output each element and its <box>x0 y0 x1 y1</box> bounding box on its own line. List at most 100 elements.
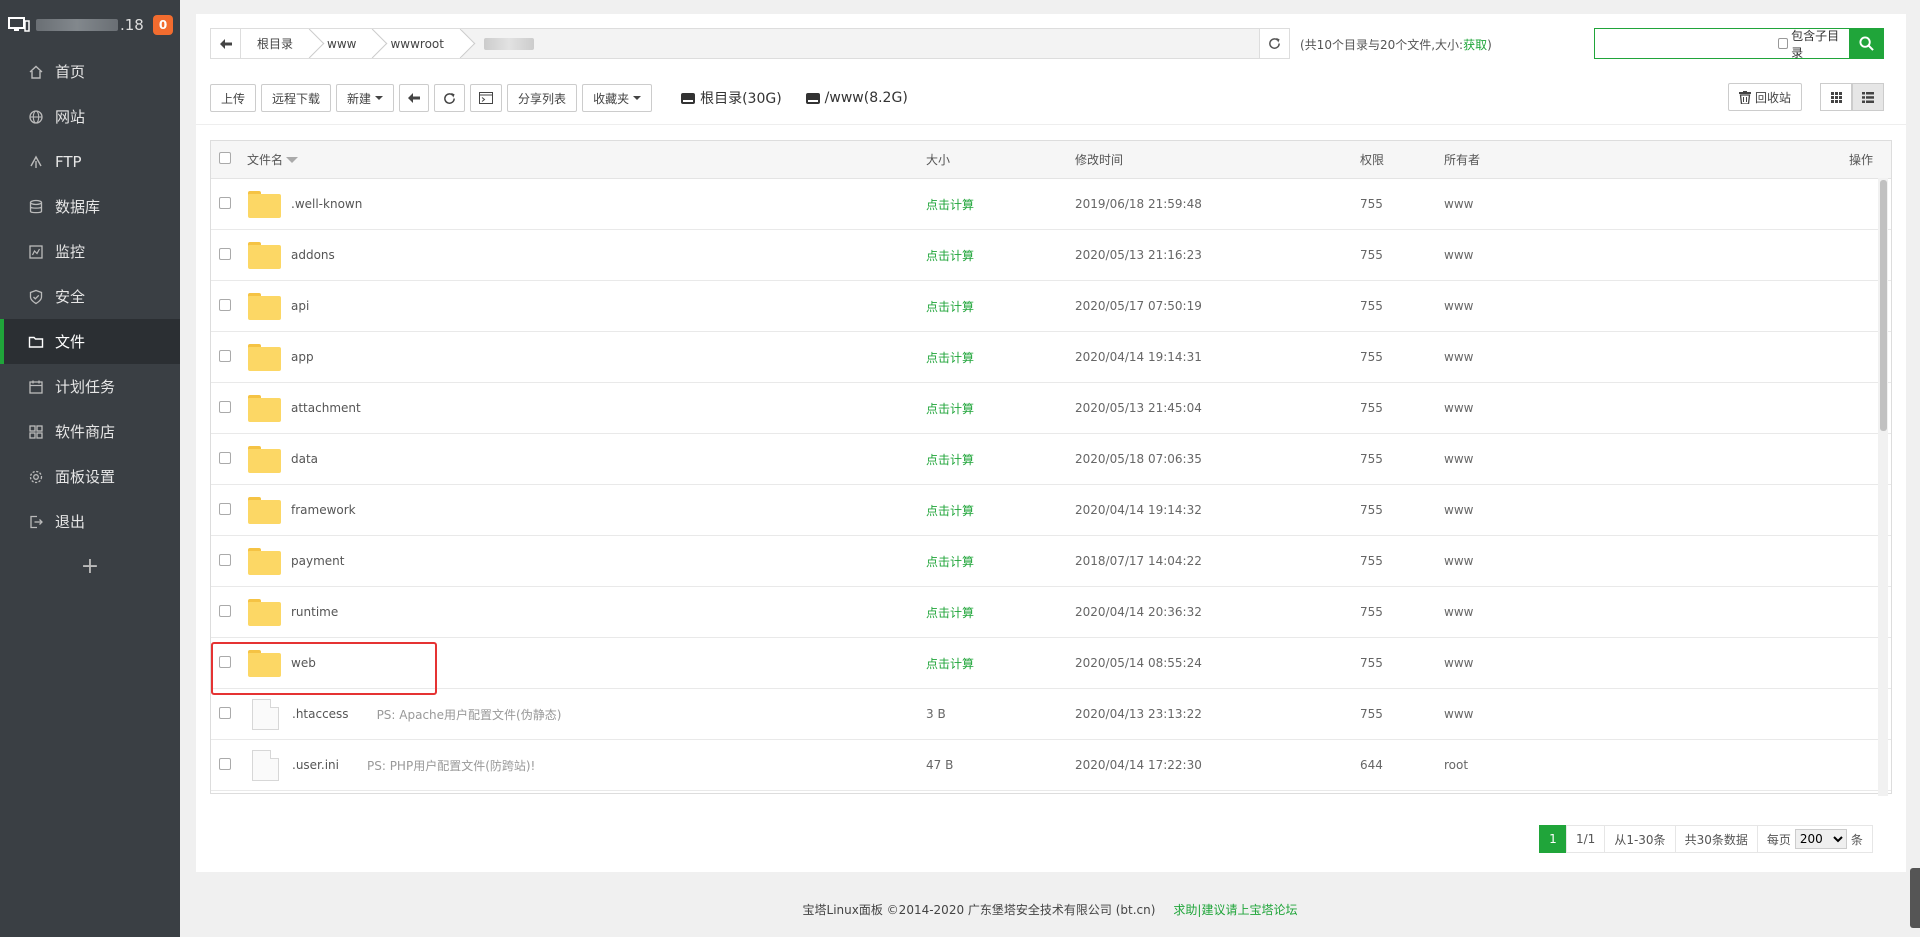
file-name[interactable]: payment <box>291 554 344 568</box>
file-size[interactable]: 点击计算 <box>926 451 974 468</box>
get-size-link[interactable]: 获取 <box>1463 38 1487 52</box>
sidebar-item-7[interactable]: 计划任务 <box>0 364 180 409</box>
breadcrumb-wwwroot[interactable]: wwwroot <box>374 29 462 58</box>
file-owner[interactable]: www <box>1444 503 1473 517</box>
select-all-checkbox[interactable] <box>219 152 231 167</box>
file-perm[interactable]: 755 <box>1360 503 1383 517</box>
file-owner[interactable]: www <box>1444 401 1473 415</box>
file-size[interactable]: 点击计算 <box>926 196 974 213</box>
sidebar-item-4[interactable]: 监控 <box>0 229 180 274</box>
breadcrumb-redacted[interactable] <box>483 37 534 50</box>
file-owner[interactable]: www <box>1444 656 1473 670</box>
file-name-cell[interactable]: .htaccess PS: Apache用户配置文件(伪静态) <box>248 698 561 730</box>
refresh-button[interactable] <box>434 84 466 112</box>
table-row[interactable]: attachment 点击计算 2020/05/13 21:45:04 755 www <box>211 383 1891 434</box>
file-name-cell[interactable]: addons <box>248 241 335 269</box>
upload-button[interactable]: 上传 <box>210 84 257 112</box>
search-input[interactable] <box>1595 29 1778 58</box>
file-name[interactable]: .htaccess <box>292 707 349 721</box>
file-name-cell[interactable]: runtime <box>248 598 338 626</box>
file-perm[interactable]: 755 <box>1360 656 1383 670</box>
scrollbar-thumb[interactable] <box>1880 180 1887 431</box>
file-owner[interactable]: root <box>1444 758 1468 772</box>
file-name-cell[interactable]: api <box>248 292 309 320</box>
favorites-dropdown-button[interactable]: 收藏夹 <box>582 84 653 112</box>
table-row[interactable]: runtime 点击计算 2020/04/14 20:36:32 755 www <box>211 587 1891 638</box>
back-button[interactable] <box>399 84 430 112</box>
file-owner[interactable]: www <box>1444 554 1473 568</box>
sidebar-item-8[interactable]: 软件商店 <box>0 409 180 454</box>
file-owner[interactable]: www <box>1444 707 1473 721</box>
row-checkbox[interactable] <box>219 349 231 365</box>
table-row[interactable]: web 点击计算 2020/05/14 08:55:24 755 www <box>211 638 1891 689</box>
sidebar-item-3[interactable]: 数据库 <box>0 184 180 229</box>
file-size[interactable]: 点击计算 <box>926 400 974 417</box>
row-checkbox[interactable] <box>219 247 231 263</box>
sidebar-item-0[interactable]: 首页 <box>0 49 180 94</box>
table-row[interactable]: api 点击计算 2020/05/17 07:50:19 755 www <box>211 281 1891 332</box>
file-size[interactable]: 点击计算 <box>926 502 974 519</box>
file-size[interactable]: 点击计算 <box>926 655 974 672</box>
sidebar-item-5[interactable]: 安全 <box>0 274 180 319</box>
file-name[interactable]: framework <box>291 503 356 517</box>
file-perm[interactable]: 755 <box>1360 605 1383 619</box>
path-refresh-button[interactable] <box>1259 29 1289 58</box>
file-perm[interactable]: 755 <box>1360 299 1383 313</box>
file-perm[interactable]: 755 <box>1360 707 1383 721</box>
sidebar-item-6[interactable]: 文件 <box>0 319 180 364</box>
file-owner[interactable]: www <box>1444 248 1473 262</box>
row-checkbox[interactable] <box>219 298 231 314</box>
sidebar-item-1[interactable]: 网站 <box>0 94 180 139</box>
file-name[interactable]: .user.ini <box>292 758 339 772</box>
table-row[interactable]: payment 点击计算 2018/07/17 14:04:22 755 www <box>211 536 1891 587</box>
grid-view-button[interactable] <box>1820 83 1852 111</box>
file-name[interactable]: data <box>291 452 318 466</box>
table-row[interactable]: data 点击计算 2020/05/18 07:06:35 755 www <box>211 434 1891 485</box>
row-checkbox[interactable] <box>219 400 231 416</box>
file-perm[interactable]: 755 <box>1360 248 1383 262</box>
file-name-cell[interactable]: .user.ini PS: PHP用户配置文件(防跨站)! <box>248 749 535 781</box>
file-perm[interactable]: 755 <box>1360 350 1383 364</box>
file-owner[interactable]: www <box>1444 605 1473 619</box>
file-name-cell[interactable]: data <box>248 445 318 473</box>
file-name-cell[interactable]: app <box>248 343 314 371</box>
header-name[interactable]: 文件名 <box>247 151 299 168</box>
file-owner[interactable]: www <box>1444 299 1473 313</box>
file-name[interactable]: api <box>291 299 309 313</box>
file-name-cell[interactable]: attachment <box>248 394 361 422</box>
page-current[interactable]: 1 <box>1539 825 1567 853</box>
file-owner[interactable]: www <box>1444 197 1473 211</box>
file-perm[interactable]: 755 <box>1360 452 1383 466</box>
file-size[interactable]: 点击计算 <box>926 553 974 570</box>
row-checkbox[interactable] <box>219 553 231 569</box>
breadcrumb-root[interactable]: 根目录 <box>241 29 312 58</box>
file-perm[interactable]: 755 <box>1360 197 1383 211</box>
terminal-button[interactable] <box>470 84 503 112</box>
disk-root-button[interactable]: 根目录(30G) <box>681 88 782 108</box>
file-name-cell[interactable]: payment <box>248 547 344 575</box>
file-perm[interactable]: 755 <box>1360 401 1383 415</box>
file-size[interactable]: 点击计算 <box>926 604 974 621</box>
file-owner[interactable]: www <box>1444 452 1473 466</box>
table-row[interactable]: .user.ini PS: PHP用户配置文件(防跨站)! 47 B 2020/04/… <box>211 740 1891 791</box>
file-name[interactable]: runtime <box>291 605 338 619</box>
share-list-button[interactable]: 分享列表 <box>507 84 578 112</box>
side-drawer-handle[interactable] <box>1910 868 1920 928</box>
row-checkbox[interactable] <box>219 706 231 722</box>
table-scrollbar[interactable] <box>1878 178 1888 796</box>
table-row[interactable]: .well-known 点击计算 2019/06/18 21:59:48 755 www <box>211 179 1891 230</box>
table-row[interactable]: addons 点击计算 2020/05/13 21:16:23 755 www <box>211 230 1891 281</box>
sidebar-item-9[interactable]: 面板设置 <box>0 454 180 499</box>
sidebar-item-10[interactable]: 退出 <box>0 499 180 544</box>
recycle-bin-button[interactable]: 回收站 <box>1728 83 1803 111</box>
path-back-button[interactable] <box>211 29 241 58</box>
row-checkbox[interactable] <box>219 196 231 212</box>
table-row[interactable]: .htaccess PS: Apache用户配置文件(伪静态) 3 B 2020/04… <box>211 689 1891 740</box>
file-owner[interactable]: www <box>1444 350 1473 364</box>
notification-badge[interactable]: 0 <box>153 15 173 35</box>
row-checkbox[interactable] <box>219 604 231 620</box>
include-subdir-checkbox[interactable]: 包含子目录 <box>1778 27 1845 61</box>
new-dropdown-button[interactable]: 新建 <box>336 84 395 112</box>
footer-help-link[interactable]: 求助|建议请上宝塔论坛 <box>1173 903 1297 917</box>
file-name[interactable]: attachment <box>291 401 361 415</box>
